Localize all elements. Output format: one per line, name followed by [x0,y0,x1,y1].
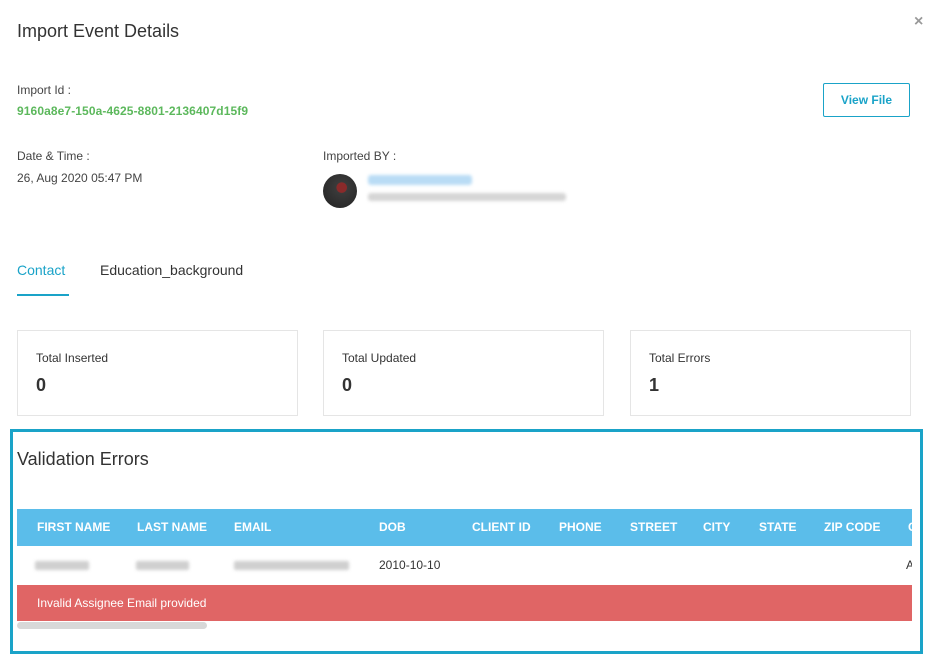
horizontal-scrollbar[interactable] [17,622,207,629]
table-header: FIRST NAME LAST NAME EMAIL DOB CLIENT ID… [17,509,912,546]
stat-card-updated: Total Updated 0 [323,330,604,416]
stat-label: Total Errors [649,351,711,365]
column-header-city[interactable]: CITY [703,509,730,546]
importer-name-redacted [368,175,472,185]
column-header-last-name[interactable]: LAST NAME [137,509,207,546]
error-message: Invalid Assignee Email provided [37,596,207,610]
stat-label: Total Updated [342,351,417,365]
email-cell-redacted [234,561,349,570]
first-name-cell-redacted [35,561,89,570]
column-header-street[interactable]: STREET [630,509,677,546]
stat-value: 0 [342,375,353,395]
import-id-value: 9160a8e7-150a-4625-8801-2136407d15f9 [17,104,249,118]
column-header-first-name[interactable]: FIRST NAME [37,509,110,546]
error-message-bar: Invalid Assignee Email provided [17,585,912,621]
table-row: 2010-10-10 A [17,547,912,583]
last-name-cell-redacted [136,561,189,570]
column-header-zip-code[interactable]: ZIP CODE [824,509,880,546]
stat-value: 0 [36,375,47,395]
avatar [323,174,357,208]
stat-value: 1 [649,375,660,395]
column-header-dob[interactable]: DOB [379,509,406,546]
close-icon[interactable]: × [914,13,923,31]
modal-title: Import Event Details [17,21,180,41]
validation-title: Validation Errors [17,449,149,469]
tab-contact[interactable]: Contact [17,262,65,278]
tab-education-background[interactable]: Education_background [100,262,243,278]
stat-label: Total Inserted [36,351,109,365]
import-id-label: Import Id : [17,83,72,97]
view-file-button[interactable]: View File [823,83,910,117]
column-header-phone[interactable]: PHONE [559,509,602,546]
column-header-client-id[interactable]: CLIENT ID [472,509,531,546]
imported-by-label: Imported BY : [323,149,397,163]
datetime-label: Date & Time : [17,149,90,163]
active-tab-indicator [17,294,69,296]
column-header-email[interactable]: EMAIL [234,509,271,546]
stat-card-errors: Total Errors 1 [630,330,911,416]
column-header-state[interactable]: STATE [759,509,797,546]
datetime-value: 26, Aug 2020 05:47 PM [17,171,143,185]
column-header-truncated[interactable]: C [908,509,912,546]
importer-email-redacted [368,193,566,201]
stat-card-inserted: Total Inserted 0 [17,330,298,416]
truncated-cell: A [906,558,912,572]
dob-cell: 2010-10-10 [379,558,441,572]
